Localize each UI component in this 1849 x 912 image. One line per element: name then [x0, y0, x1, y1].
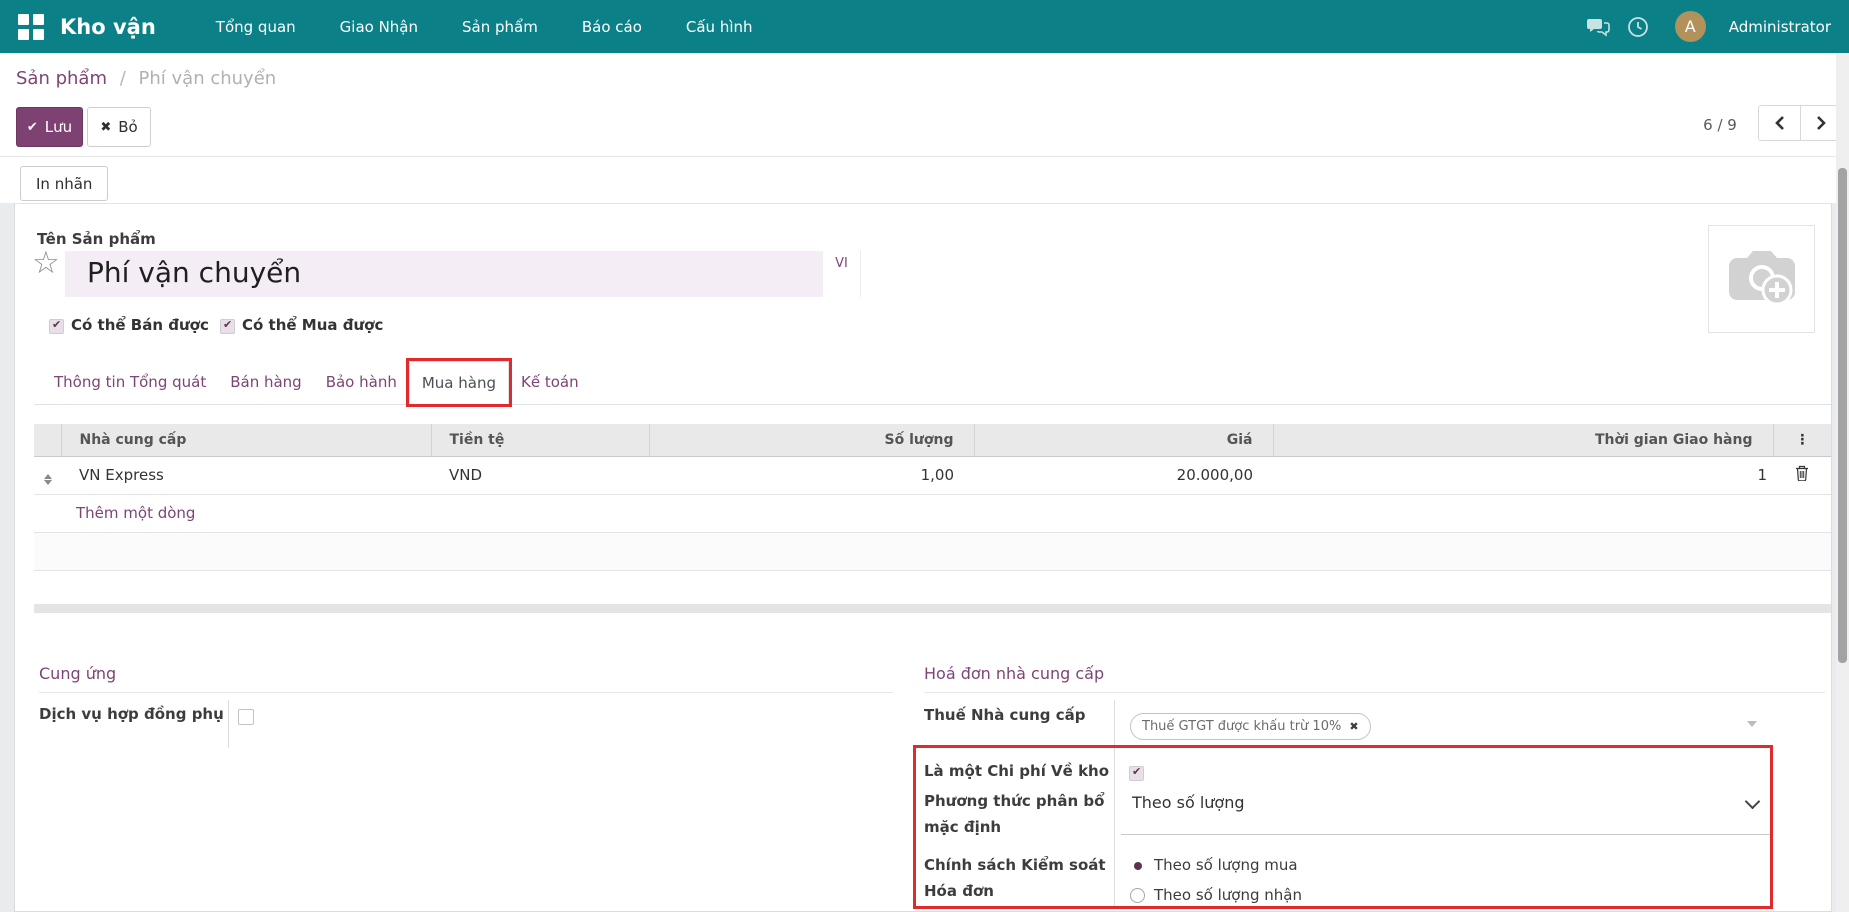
breadcrumb-products-link[interactable]: Sản phẩm — [16, 68, 107, 89]
radio-label-received-quantities: Theo số lượng nhận — [1154, 886, 1302, 904]
tab-general-information[interactable]: Thông tin Tổng quát — [42, 361, 218, 404]
save-button-label: Lưu — [45, 118, 72, 136]
cell-price[interactable]: 20.000,00 — [974, 456, 1273, 494]
nav-item-products[interactable]: Sản phẩm — [454, 12, 546, 42]
horizontal-scrollbar[interactable] — [34, 604, 1831, 613]
user-avatar[interactable]: A — [1675, 11, 1706, 42]
chevron-left-icon — [1774, 115, 1786, 131]
control-panel-divider — [0, 156, 1837, 157]
tab-warranty[interactable]: Bảo hành — [314, 361, 409, 404]
save-button[interactable]: ✔ Lưu — [16, 107, 83, 147]
table-row[interactable]: VN Express VND 1,00 20.000,00 1 — [34, 456, 1831, 494]
nav-item-reports[interactable]: Báo cáo — [574, 12, 650, 42]
breadcrumb-current: Phí vận chuyển — [139, 68, 277, 89]
column-header-quantity[interactable]: Số lượng — [649, 424, 974, 456]
can-be-sold-checkbox[interactable] — [49, 319, 64, 334]
select-underline — [1121, 834, 1771, 835]
product-form-sheet: Tên Sản phẩm ☆ Phí vận chuyển VI Có thể … — [14, 203, 1832, 912]
cell-currency[interactable]: VND — [431, 456, 649, 494]
product-image-placeholder[interactable] — [1708, 225, 1815, 333]
control-panel: Sản phẩm / Phí vận chuyển ✔ Lưu ✖ Bỏ 6 /… — [0, 53, 1849, 203]
sheet-background: Tên Sản phẩm ☆ Phí vận chuyển VI Có thể … — [0, 203, 1849, 912]
nav-item-transfers[interactable]: Giao Nhận — [332, 12, 426, 42]
vendor-tax-label: Thuế Nhà cung cấp — [924, 706, 1086, 724]
control-policy-label-line1: Chính sách Kiểm soát — [924, 856, 1106, 874]
cell-vendor[interactable]: VN Express — [61, 456, 431, 494]
vendor-tax-tag[interactable]: Thuế GTGT được khấu trừ 10% ✖ — [1130, 713, 1371, 740]
favorite-star-icon[interactable]: ☆ — [32, 248, 60, 279]
pager-next-button[interactable] — [1800, 106, 1841, 140]
close-icon: ✖ — [100, 120, 111, 135]
add-line-link[interactable]: Thêm một dòng — [34, 494, 1831, 532]
app-brand[interactable]: Kho vận — [60, 15, 156, 39]
vertical-scrollbar-thumb[interactable] — [1838, 168, 1847, 663]
nav-item-overview[interactable]: Tổng quan — [208, 12, 304, 42]
tags-dropdown-caret-icon[interactable] — [1747, 721, 1757, 727]
cell-delivery-lead-time[interactable]: 1 — [1273, 456, 1773, 494]
messages-icon[interactable] — [1585, 14, 1611, 40]
product-name-input[interactable]: Phí vận chuyển — [65, 251, 823, 297]
tab-accounting[interactable]: Kế toán — [509, 361, 591, 404]
radio-on-received-quantities[interactable] — [1130, 888, 1145, 903]
tab-purchase[interactable]: Mua hàng — [409, 361, 509, 404]
row-drag-handle[interactable] — [34, 456, 61, 494]
section-title-vendor-bills: Hoá đơn nhà cung cấp — [924, 664, 1825, 693]
pager — [1758, 105, 1842, 141]
landed-cost-label: Là một Chi phí Về kho — [924, 762, 1109, 780]
landed-cost-checkbox[interactable] — [1129, 766, 1144, 781]
nav-item-configuration[interactable]: Cấu hình — [678, 12, 761, 42]
discard-button[interactable]: ✖ Bỏ — [87, 107, 151, 147]
vendor-tax-tag-label: Thuế GTGT được khấu trừ 10% — [1142, 719, 1341, 734]
split-method-select[interactable]: Theo số lượng — [1132, 793, 1245, 812]
pager-count: 6 / 9 — [1690, 116, 1750, 134]
can-be-sold-label: Có thể Bán được — [71, 316, 209, 334]
radio-on-ordered-quantities[interactable] — [1131, 859, 1146, 874]
chevron-right-icon — [1815, 115, 1827, 131]
column-header-vendor[interactable]: Nhà cung cấp — [61, 424, 431, 456]
subcontract-service-checkbox[interactable] — [238, 709, 254, 725]
cell-quantity[interactable]: 1,00 — [649, 456, 974, 494]
product-name-field-row: Phí vận chuyển VI — [65, 251, 861, 297]
print-label-button[interactable]: In nhãn — [20, 166, 108, 201]
vertical-dots-icon: ⋮ — [1795, 432, 1809, 448]
check-icon: ✔ — [27, 120, 38, 135]
field-separator-line — [1114, 700, 1115, 909]
tab-sales[interactable]: Bán hàng — [218, 361, 313, 404]
can-be-purchased-checkbox[interactable] — [220, 319, 235, 334]
table-header-row: Nhà cung cấp Tiền tệ Số lượng Giá Thời g… — [34, 424, 1831, 456]
column-header-currency[interactable]: Tiền tệ — [431, 424, 649, 456]
radio-label-ordered-quantities: Theo số lượng mua — [1154, 856, 1298, 874]
discard-button-label: Bỏ — [118, 118, 137, 136]
odoo-inventory-product-form: Kho vận Tổng quan Giao Nhận Sản phẩm Báo… — [0, 0, 1849, 912]
trash-icon — [1795, 465, 1809, 481]
tag-remove-icon[interactable]: ✖ — [1349, 720, 1358, 733]
breadcrumb-separator: / — [120, 68, 126, 89]
subcontract-service-label: Dịch vụ hợp đồng phụ — [39, 705, 224, 723]
pager-previous-button[interactable] — [1759, 106, 1800, 140]
vertical-scrollbar-track[interactable] — [1836, 53, 1849, 912]
delete-row-button[interactable] — [1773, 456, 1831, 494]
column-header-price[interactable]: Giá — [974, 424, 1273, 456]
notebook-tabs: Thông tin Tổng quát Bán hàng Bảo hành Mu… — [34, 361, 1831, 405]
user-name[interactable]: Administrator — [1729, 18, 1831, 36]
optional-columns-toggle[interactable]: ⋮ — [1773, 424, 1831, 456]
split-method-label-line2: mặc định — [924, 818, 1001, 836]
translation-language-badge[interactable]: VI — [823, 251, 861, 297]
activities-clock-icon[interactable] — [1625, 14, 1651, 40]
add-line-row: Thêm một dòng — [34, 494, 1831, 532]
column-header-delivery-lead-time[interactable]: Thời gian Giao hàng — [1273, 424, 1773, 456]
apps-menu-icon[interactable] — [18, 14, 44, 40]
handle-column-header — [34, 424, 61, 456]
field-separator-line — [228, 700, 229, 748]
top-navbar: Kho vận Tổng quan Giao Nhận Sản phẩm Báo… — [0, 0, 1849, 53]
breadcrumb: Sản phẩm / Phí vận chuyển — [16, 68, 276, 89]
section-title-supply: Cung ứng — [39, 664, 893, 693]
empty-table-row — [34, 532, 1831, 570]
split-method-label-line1: Phương thức phân bổ — [924, 792, 1104, 810]
control-policy-label-line2: Hóa đơn — [924, 882, 994, 900]
chevron-down-icon[interactable] — [1745, 794, 1761, 810]
camera-plus-icon — [1723, 246, 1801, 312]
vendor-pricelist-table: Nhà cung cấp Tiền tệ Số lượng Giá Thời g… — [34, 424, 1831, 571]
can-be-purchased-label: Có thể Mua được — [242, 316, 383, 334]
